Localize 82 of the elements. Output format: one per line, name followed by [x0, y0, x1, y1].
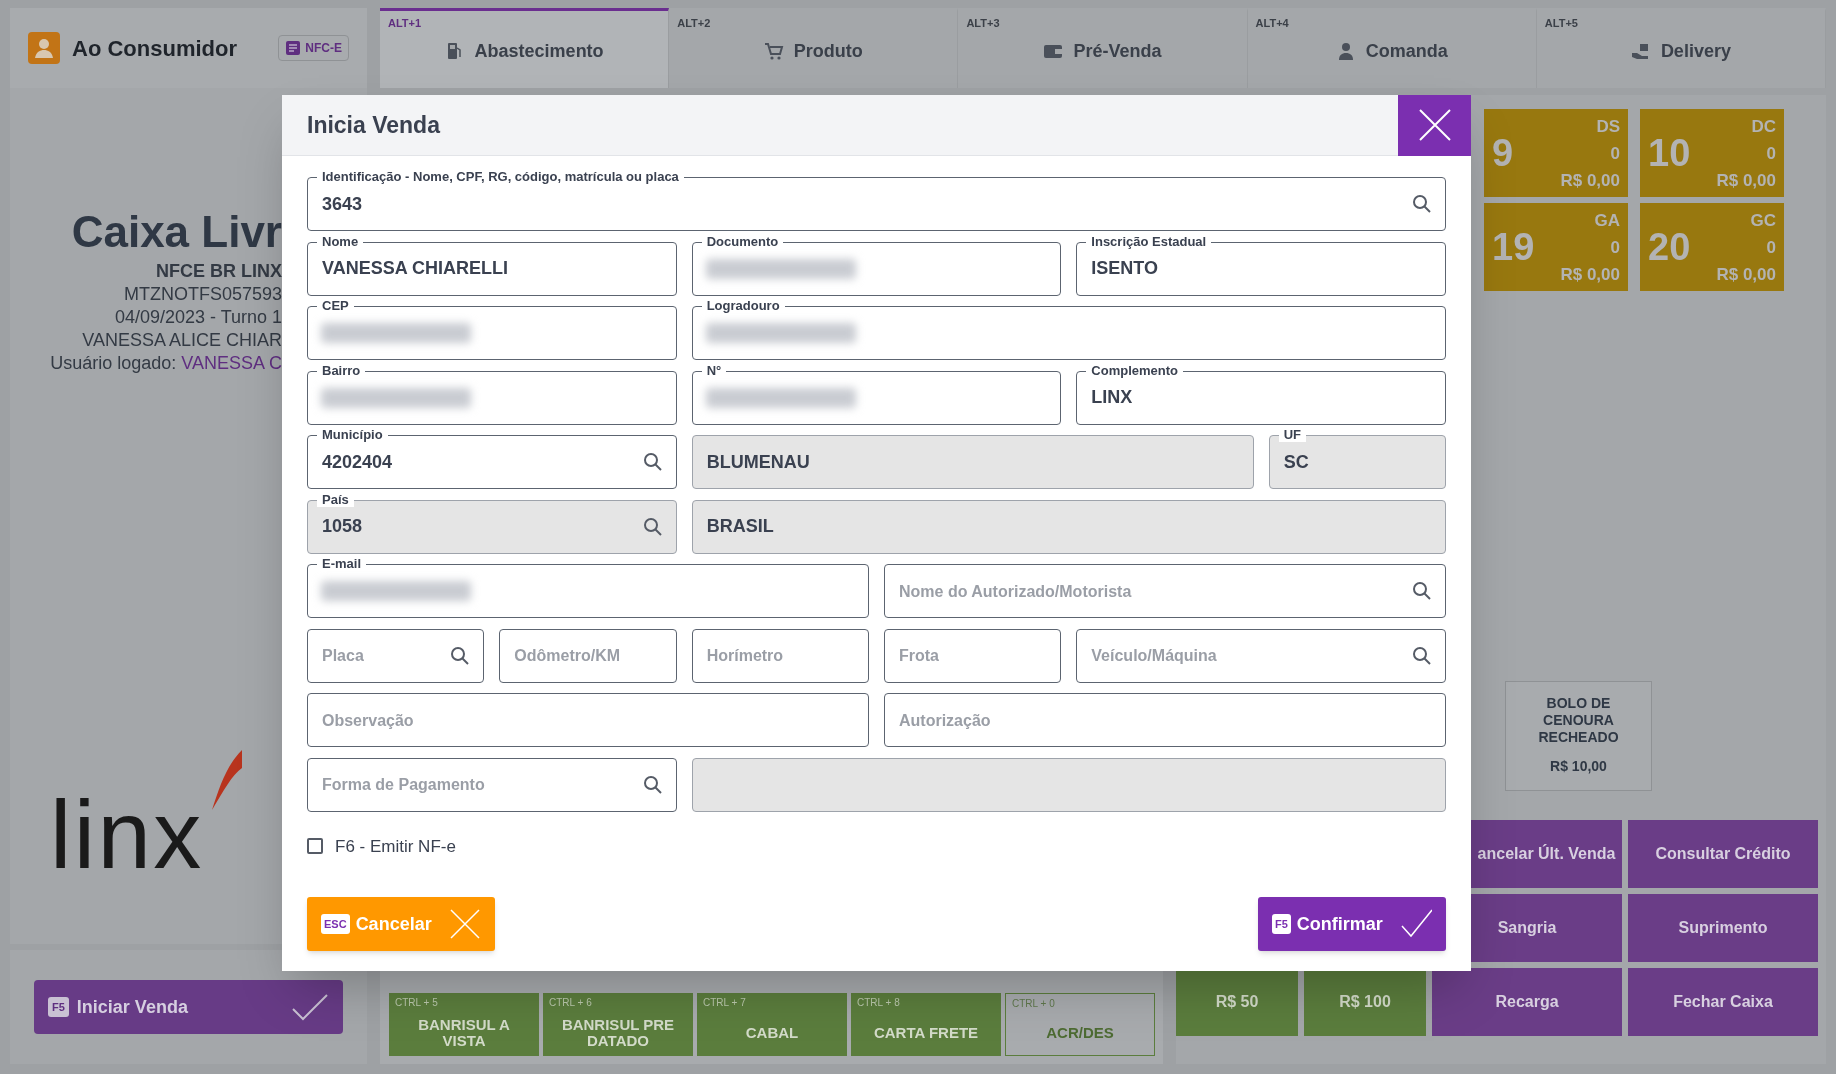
payment-button[interactable]: CTRL + 6 BANRISUL PRE DATADO: [543, 993, 693, 1056]
pump-number: 19: [1492, 224, 1535, 270]
text-field[interactable]: [691, 757, 1446, 812]
pos-name: NFCE BR LINX: [156, 260, 282, 283]
pump-quantity: 0: [1766, 142, 1776, 165]
document-icon: [285, 40, 302, 56]
fuel-code: GC: [1750, 209, 1776, 232]
cart-icon: [763, 41, 784, 61]
shortcut-label: ALT+1: [388, 16, 422, 31]
text-field[interactable]: Forma de Pagamento: [307, 757, 677, 812]
pump-amount: R$ 0,00: [1560, 169, 1620, 192]
text-field[interactable]: Odômetro/KM: [499, 628, 677, 683]
user-label: Usuário logado:: [50, 352, 177, 375]
field-label: UF: [1278, 427, 1306, 442]
swoosh-icon: [211, 750, 242, 810]
field-label: Identificação - Nome, CPF, RG, código, matrícula ou placa: [317, 169, 684, 184]
start-sale-button[interactable]: F5 Iniciar Venda: [34, 980, 343, 1034]
action-button[interactable]: Recarga: [1432, 968, 1622, 1036]
action-button[interactable]: Consultar Crédito: [1628, 820, 1818, 888]
action-button[interactable]: R$ 50: [1176, 968, 1298, 1036]
shortcut-label: ALT+4: [1255, 16, 1289, 31]
pump-number: 20: [1648, 224, 1691, 270]
fuel-code: DC: [1751, 115, 1776, 138]
nav-tab[interactable]: ALT+1 Abastecimento: [380, 8, 670, 88]
terminal-id: MTZNOTFS057593: [123, 283, 282, 306]
cashier-status-title: Caixa Livr: [71, 208, 282, 256]
text-field[interactable]: Frota: [884, 628, 1062, 683]
shortcut-label: ALT+3: [966, 16, 1000, 31]
payment-button[interactable]: CTRL + 8 CARTA FRETE: [851, 993, 1001, 1056]
fuel-code: DS: [1596, 115, 1620, 138]
confirm-button[interactable]: F5 Confirmar: [1258, 897, 1446, 951]
nav-tab[interactable]: ALT+2 Produto: [669, 8, 959, 88]
pump-amount: R$ 0,00: [1560, 263, 1620, 286]
field-label: Logradouro: [701, 298, 785, 313]
checkbox-label: F6 - Emitir NF-e: [335, 835, 456, 858]
pump-number: 9: [1492, 130, 1514, 176]
person-icon: [28, 32, 60, 64]
pump-quantity: 0: [1766, 236, 1776, 259]
user-name: VANESSA C: [181, 352, 282, 375]
text-field[interactable]: Horímetro: [691, 628, 869, 683]
cancel-button[interactable]: ESC Cancelar: [307, 897, 495, 951]
field-label: E-mail: [317, 556, 366, 571]
pump-quantity: 0: [1610, 142, 1620, 165]
payment-button[interactable]: CTRL + 5 BANRISUL A VISTA: [389, 993, 539, 1056]
close-icon: [449, 908, 481, 940]
text-field[interactable]: Nome do Autorizado/Motorista: [884, 564, 1446, 618]
text-field[interactable]: BRASIL: [691, 499, 1446, 554]
check-icon: [291, 993, 329, 1021]
pump-amount: R$ 0,00: [1716, 263, 1776, 286]
text-field[interactable]: Observação: [307, 693, 869, 747]
product-card[interactable]: BOLO DE CENOURA RECHEADO R$ 10,00: [1505, 681, 1652, 791]
dialog-title: Inicia Venda: [307, 110, 440, 140]
pump-amount: R$ 0,00: [1716, 169, 1776, 192]
shortcut-label: ALT+2: [677, 16, 711, 31]
text-field[interactable]: Placa: [307, 628, 485, 683]
close-button[interactable]: [1398, 94, 1471, 156]
action-button[interactable]: Suprimento: [1628, 894, 1818, 962]
date-shift: 04/09/2023 - Turno 1: [114, 306, 282, 329]
action-button[interactable]: Fechar Caixa: [1628, 968, 1818, 1036]
logo-text: linx: [50, 790, 204, 880]
field-label: Município: [317, 427, 388, 442]
close-icon: [1417, 108, 1452, 142]
customer-name: Ao Consumidor: [72, 34, 237, 63]
action-button[interactable]: ancelar Últ. Venda: [1471, 820, 1622, 888]
pump-number: 10: [1648, 130, 1691, 176]
nav-tab[interactable]: ALT+3 Pré-Venda: [958, 8, 1248, 88]
check-icon: [1400, 908, 1432, 940]
nfce-badge: NFC-E: [278, 35, 349, 61]
operator-name: VANESSA ALICE CHIAR: [82, 329, 282, 352]
delivery-icon: [1630, 41, 1651, 61]
text-field[interactable]: Autorização: [884, 693, 1446, 747]
action-button[interactable]: R$ 100: [1304, 968, 1426, 1036]
field-label: CEP: [317, 298, 354, 313]
text-field[interactable]: Veículo/Máquina: [1076, 628, 1446, 683]
nav-tab[interactable]: ALT+5 Delivery: [1536, 8, 1826, 88]
pump-quantity: 0: [1610, 236, 1620, 259]
text-field[interactable]: BLUMENAU: [691, 435, 1254, 489]
shortcut-label: ALT+5: [1544, 16, 1578, 31]
fuel-code: GA: [1594, 209, 1620, 232]
payment-button[interactable]: CTRL + 7 CABAL: [697, 993, 847, 1056]
nav-tab[interactable]: ALT+4 Comanda: [1247, 8, 1537, 88]
checkbox[interactable]: [307, 838, 323, 855]
